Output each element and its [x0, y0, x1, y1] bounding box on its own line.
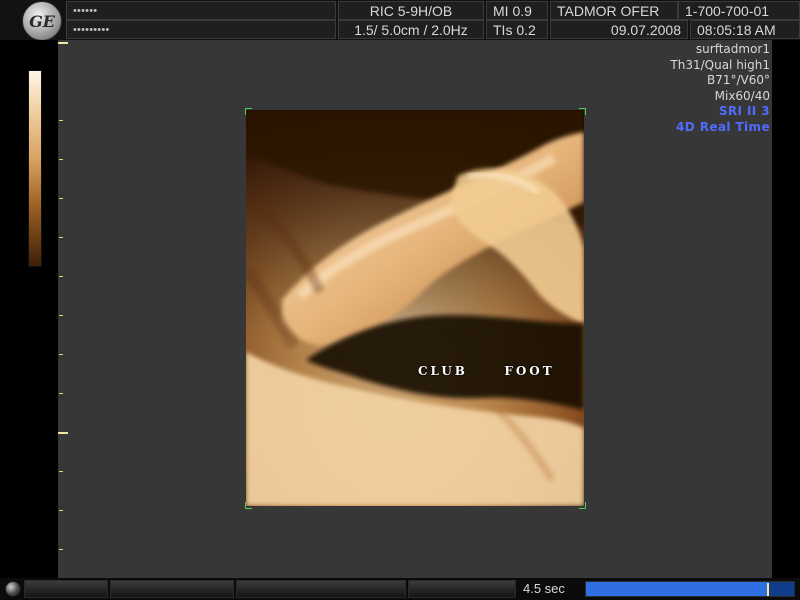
depth-tick [59, 198, 63, 199]
exam-date: 09.07.2008 [550, 20, 688, 39]
soft-key-2[interactable] [110, 580, 234, 598]
depth-frequency: 1.5/ 5.0cm / 2.0Hz [338, 20, 484, 39]
param-line-highlight: SRI II 3 [718, 104, 770, 119]
mi-index: MI 0.9 [486, 1, 548, 20]
depth-tick [58, 42, 68, 44]
mi-index-text: MI 0.9 [493, 3, 532, 19]
depth-tick [59, 315, 63, 316]
patient-name-masked: ••••••••• [73, 24, 110, 36]
phone-number: 1-700-700-01 [678, 1, 800, 20]
cine-progress-fill [586, 582, 770, 596]
imaging-parameters-panel: surftadmor1 Th31/Qual high1 B71°/V60° Mi… [570, 42, 770, 136]
depth-tick [59, 276, 63, 277]
trackball-icon[interactable] [5, 581, 21, 597]
patient-id-field: •••••• [66, 1, 336, 20]
roi-corner-bottom-right [579, 502, 586, 509]
depth-tick [59, 354, 63, 355]
depth-frequency-text: 1.5/ 5.0cm / 2.0Hz [354, 22, 468, 38]
param-line: surftadmor1 [695, 42, 770, 56]
cine-playhead-marker[interactable] [767, 583, 769, 596]
depth-tick [59, 237, 63, 238]
color-map-scale [28, 70, 42, 267]
volume-render-window[interactable] [246, 110, 584, 506]
tis-index-text: TIs 0.2 [493, 22, 536, 38]
param-line: Th31/Qual high1 [670, 57, 770, 72]
exam-date-text: 09.07.2008 [610, 22, 681, 38]
operator-name-text: TADMOR OFER [557, 3, 660, 19]
volume-render-image [246, 110, 584, 506]
soft-key-4[interactable] [408, 580, 516, 598]
phone-number-text: 1-700-700-01 [685, 3, 770, 19]
soft-key-1[interactable] [24, 580, 108, 598]
operator-name: TADMOR OFER [550, 1, 678, 20]
depth-tick [59, 471, 63, 472]
probe-preset: RIC 5-9H/OB [338, 1, 484, 20]
exam-time: 08:05:18 AM [690, 20, 800, 39]
annotation-word-1: CLUB [418, 364, 468, 378]
patient-name-field: ••••••••• [66, 20, 336, 39]
cine-time-readout: 4.5 sec [523, 581, 565, 596]
ge-logo: GE [22, 1, 62, 41]
header-bar: GE •••••• ••••••••• RIC 5-9H/OB 1.5/ 5.0… [0, 0, 800, 41]
tis-index: TIs 0.2 [486, 20, 548, 39]
patient-id-masked: •••••• [73, 5, 98, 17]
ultrasound-screen: GE •••••• ••••••••• RIC 5-9H/OB 1.5/ 5.0… [0, 0, 800, 600]
exam-time-text: 08:05:18 AM [697, 22, 776, 38]
depth-tick [59, 510, 63, 511]
param-line: Mix60/40 [714, 88, 770, 103]
ge-logo-text: GE [29, 11, 55, 31]
depth-tick [58, 432, 68, 434]
roi-corner-bottom-left [245, 502, 252, 509]
param-line-highlight: 4D Real Time [676, 119, 770, 134]
cine-progress-bar[interactable] [585, 581, 795, 597]
annotation-word-2: FOOT [504, 364, 555, 378]
right-gutter [772, 40, 800, 578]
probe-preset-text: RIC 5-9H/OB [369, 3, 453, 19]
soft-key-3[interactable] [236, 580, 406, 598]
image-annotation: CLUB FOOT [418, 364, 555, 378]
roi-corner-top-left [245, 108, 252, 115]
param-line: B71°/V60° [706, 73, 770, 88]
depth-tick [59, 393, 63, 394]
depth-tick [59, 549, 63, 550]
depth-tick [59, 159, 63, 160]
depth-tick [59, 120, 63, 121]
